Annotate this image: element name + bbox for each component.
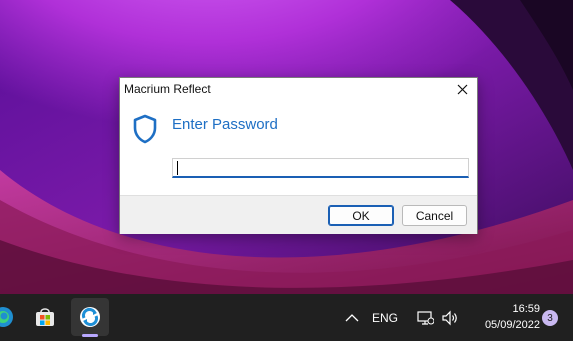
ok-button[interactable]: OK xyxy=(328,205,394,226)
macrium-reflect-taskbar-button[interactable] xyxy=(71,298,109,336)
text-caret xyxy=(177,161,178,175)
show-hidden-icons-button[interactable] xyxy=(344,310,360,326)
password-dialog: Macrium Reflect Enter Password OK Cancel xyxy=(119,77,478,234)
speaker-icon xyxy=(442,310,457,326)
microsoft-store-icon[interactable] xyxy=(34,306,56,328)
dialog-titlebar: Macrium Reflect xyxy=(120,78,477,101)
close-button[interactable] xyxy=(447,78,477,101)
taskbar: ENG 16:59 05/09/2022 3 xyxy=(0,294,573,341)
cancel-button[interactable]: Cancel xyxy=(402,205,467,226)
password-input[interactable] xyxy=(172,158,469,178)
macrium-reflect-icon xyxy=(80,307,100,327)
edge-icon[interactable] xyxy=(0,306,14,328)
dialog-footer: OK Cancel xyxy=(120,195,477,234)
dialog-heading: Enter Password xyxy=(172,116,278,133)
active-app-indicator xyxy=(82,334,98,337)
dialog-title: Macrium Reflect xyxy=(124,82,211,96)
network-icon[interactable] xyxy=(416,309,434,327)
notification-badge[interactable]: 3 xyxy=(542,310,558,326)
volume-icon[interactable] xyxy=(441,309,459,327)
store-logo xyxy=(36,308,54,326)
shield-icon xyxy=(133,114,157,144)
clock-date[interactable]: 05/09/2022 xyxy=(472,319,540,331)
network-monitor-icon xyxy=(417,311,434,325)
edge-logo xyxy=(0,307,13,327)
chevron-up-icon xyxy=(345,314,359,322)
clock-time[interactable]: 16:59 xyxy=(500,303,540,315)
close-icon xyxy=(457,84,467,95)
language-indicator[interactable]: ENG xyxy=(372,311,398,325)
